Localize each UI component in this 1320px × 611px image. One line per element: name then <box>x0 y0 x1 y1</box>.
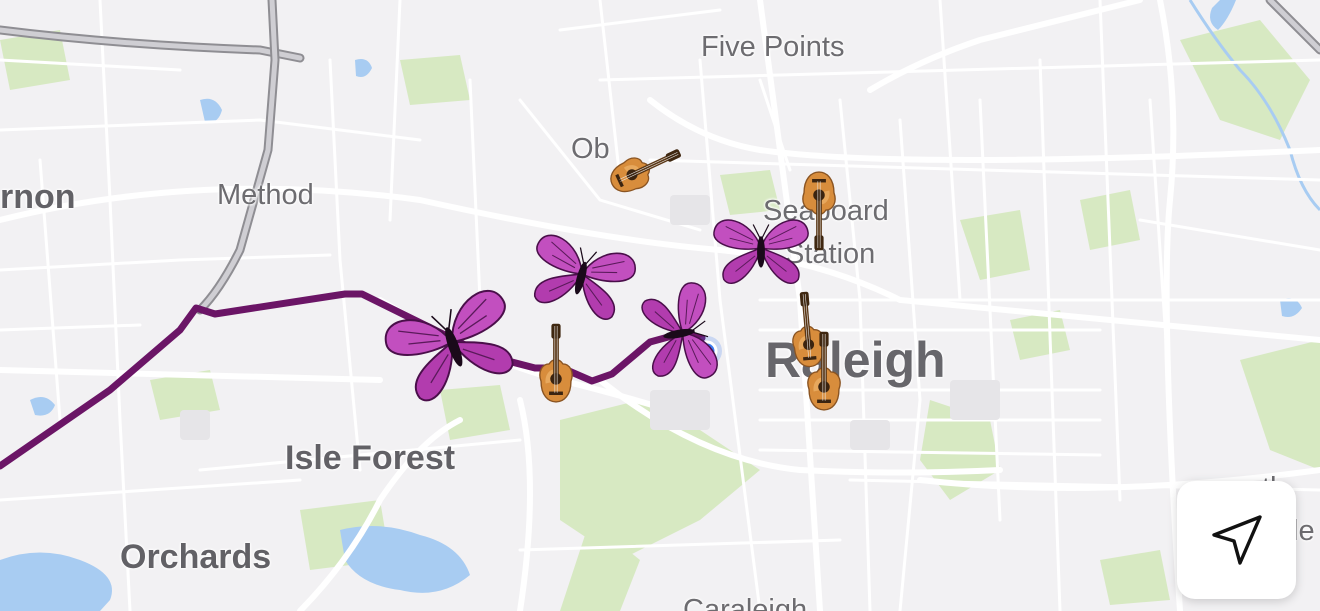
butterfly-marker[interactable] <box>705 198 820 298</box>
butterfly-marker[interactable] <box>380 280 530 410</box>
place-label-caraleigh: Caraleigh <box>683 594 808 611</box>
place-label-orchards: Orchards <box>120 538 272 576</box>
guitar-marker[interactable] <box>770 290 890 440</box>
place-label-vernon: rnon <box>0 178 76 216</box>
place-label-five-points: Five Points <box>701 31 845 63</box>
navigation-arrow-icon <box>1211 515 1262 565</box>
recenter-location-button[interactable] <box>1177 481 1296 599</box>
guitar-marker[interactable] <box>566 110 726 220</box>
place-label-method: Method <box>217 179 314 211</box>
place-label-isle-forest: Isle Forest <box>285 439 456 477</box>
map-view[interactable]: Five Points rnon Method Ob Seaboard Stat… <box>0 0 1320 611</box>
